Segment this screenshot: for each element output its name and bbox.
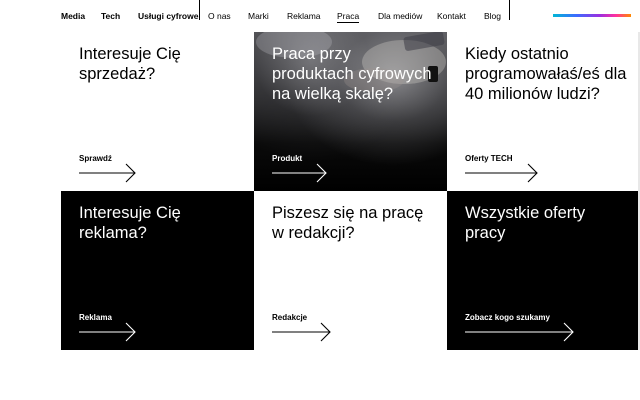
arrow-right-icon[interactable] <box>272 161 332 183</box>
tile-heading: Interesuje Cię reklama? <box>79 204 181 242</box>
arrow-right-icon[interactable] <box>79 161 139 183</box>
tile-product[interactable]: Praca przy produktach cyfrowych na wielk… <box>254 32 447 191</box>
nav-about[interactable]: O nas <box>208 11 231 21</box>
nav-advertising[interactable]: Reklama <box>287 11 321 21</box>
tile-heading: Piszesz się na pracę w redakcji? <box>272 204 424 242</box>
tile-heading: Kiedy ostatnio programowałaś/eś dla 40 m… <box>465 45 627 103</box>
arrow-right-icon[interactable] <box>272 320 334 342</box>
nav-careers[interactable]: Praca <box>337 11 360 23</box>
tile-heading: Praca przy produktach cyfrowych na wielk… <box>272 45 432 103</box>
tile-editorial[interactable]: Piszesz się na pracę w redakcji? Redakcj… <box>254 191 447 350</box>
page: Media Tech Usługi cyfrowe O nas Marki Re… <box>0 0 640 400</box>
tile-sales[interactable]: Interesuje Cię sprzedaż? Sprawdź <box>61 32 254 191</box>
nav-divider <box>199 0 200 20</box>
nav-tech[interactable]: Tech <box>101 11 120 21</box>
nav-digital-services[interactable]: Usługi cyfrowe <box>138 11 198 21</box>
tile-all-jobs[interactable]: Wszystkie oferty pracy Zobacz kogo szuka… <box>447 191 640 350</box>
tile-tech-offers[interactable]: Kiedy ostatnio programowałaś/eś dla 40 m… <box>447 32 640 191</box>
arrow-right-icon[interactable] <box>465 161 541 183</box>
arrow-right-icon[interactable] <box>79 320 139 342</box>
top-navigation: Media Tech Usługi cyfrowe O nas Marki Re… <box>0 0 640 32</box>
arrow-right-icon[interactable] <box>465 320 577 342</box>
nav-media[interactable]: Media <box>61 11 85 21</box>
nav-divider <box>509 0 510 20</box>
nav-blog[interactable]: Blog <box>484 11 501 21</box>
tile-heading: Interesuje Cię sprzedaż? <box>79 45 181 83</box>
nav-brands[interactable]: Marki <box>248 11 269 21</box>
nav-press[interactable]: Dla mediów <box>378 11 422 21</box>
brand-gradient-bar <box>553 14 631 17</box>
tile-advertising[interactable]: Interesuje Cię reklama? Reklama <box>61 191 254 350</box>
tile-heading: Wszystkie oferty pracy <box>465 204 586 242</box>
nav-contact[interactable]: Kontakt <box>437 11 466 21</box>
